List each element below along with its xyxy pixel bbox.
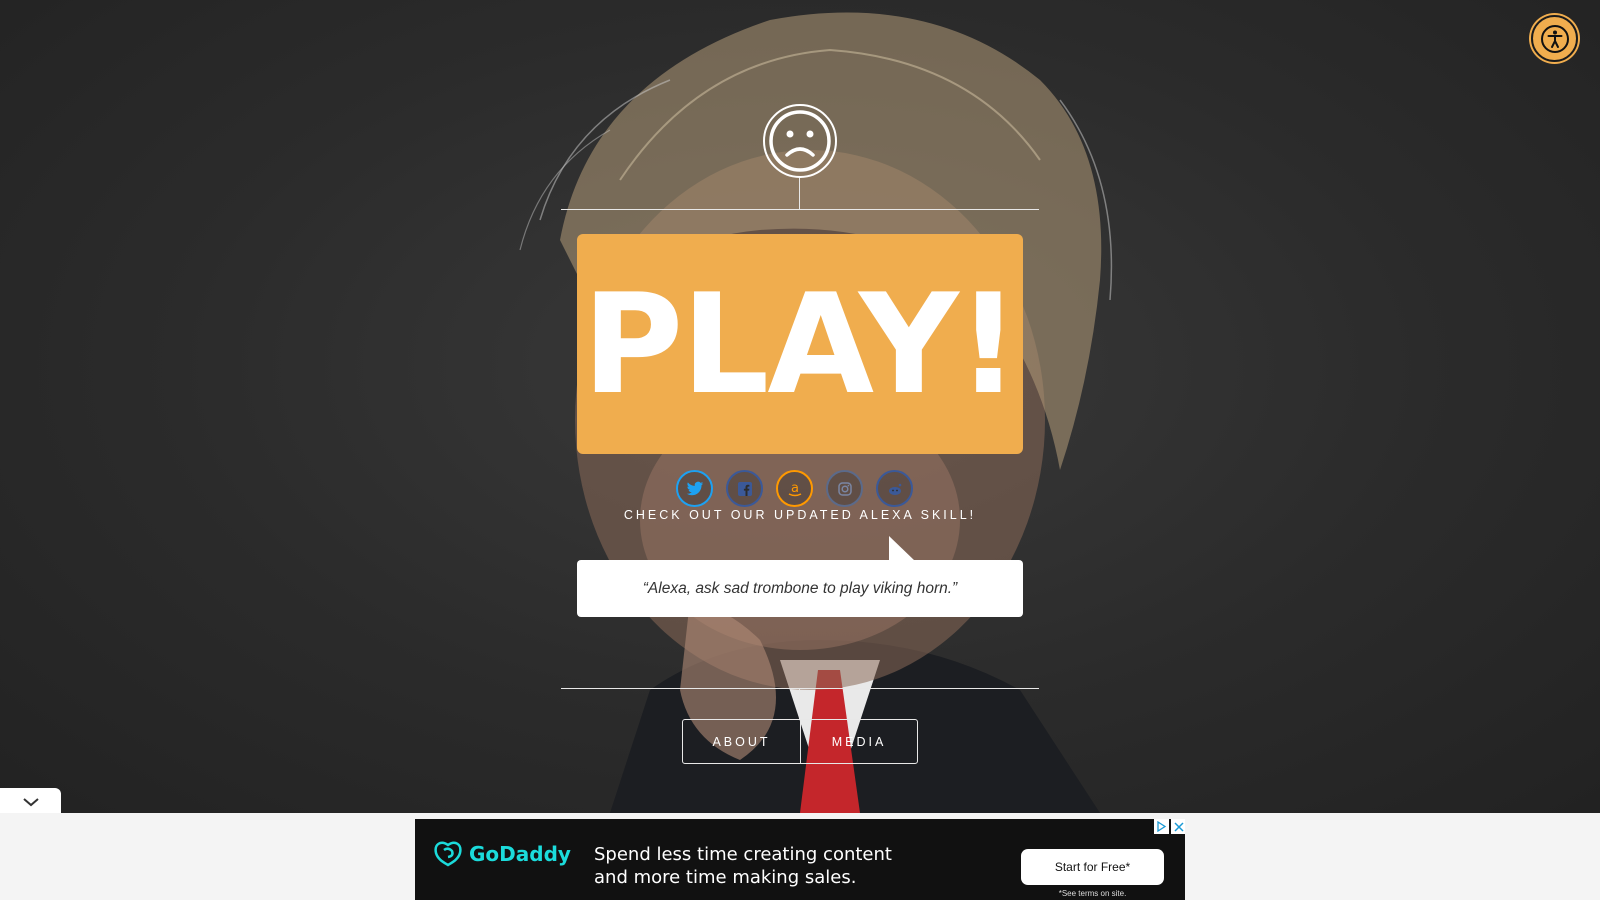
play-button[interactable]: PLAY! — [577, 234, 1023, 454]
alexa-quote-bubble: “Alexa, ask sad trombone to play viking … — [577, 560, 1023, 617]
godaddy-logo-icon — [434, 841, 462, 867]
sad-face-icon — [763, 104, 837, 178]
bottom-connector-line — [799, 688, 800, 719]
godaddy-wordmark: GoDaddy — [469, 842, 571, 866]
ad-terms: *See terms on site. — [1058, 889, 1127, 898]
svg-text:a: a — [791, 481, 799, 496]
speech-bubble-tail — [889, 536, 915, 561]
close-ad-icon[interactable] — [1171, 819, 1185, 834]
accessibility-button[interactable] — [1531, 15, 1578, 62]
godaddy-logo: GoDaddy — [433, 841, 571, 867]
amazon-icon[interactable]: a — [776, 470, 813, 507]
banner-ad[interactable]: GoDaddy Spend less time creating content… — [415, 819, 1185, 900]
top-connector-line — [799, 178, 800, 210]
social-links: a — [676, 470, 913, 507]
about-button[interactable]: ABOUT — [683, 720, 800, 763]
collapse-ad-tab[interactable] — [0, 788, 61, 815]
ad-headline: Spend less time creating content and mor… — [594, 844, 892, 888]
facebook-icon[interactable] — [726, 470, 763, 507]
alexa-quote-text: “Alexa, ask sad trombone to play viking … — [642, 579, 958, 597]
nav-buttons: ABOUT MEDIA — [682, 719, 918, 764]
adchoices-icon[interactable] — [1154, 819, 1169, 834]
start-for-free-button[interactable]: Start for Free* — [1021, 849, 1164, 885]
top-divider — [561, 209, 1039, 210]
reddit-icon[interactable] — [876, 470, 913, 507]
instagram-icon[interactable] — [826, 470, 863, 507]
ad-choices — [1154, 819, 1185, 834]
hero-stage: PLAY! a CHECK OUT OUR UPDATED ALEXA SKIL… — [0, 0, 1600, 813]
bottom-divider — [561, 688, 1039, 689]
media-button[interactable]: MEDIA — [800, 720, 917, 763]
twitter-icon[interactable] — [676, 470, 713, 507]
alexa-skill-caption: CHECK OUT OUR UPDATED ALEXA SKILL! — [623, 508, 977, 522]
chevron-down-icon — [22, 797, 39, 806]
accessibility-icon — [1540, 24, 1569, 53]
